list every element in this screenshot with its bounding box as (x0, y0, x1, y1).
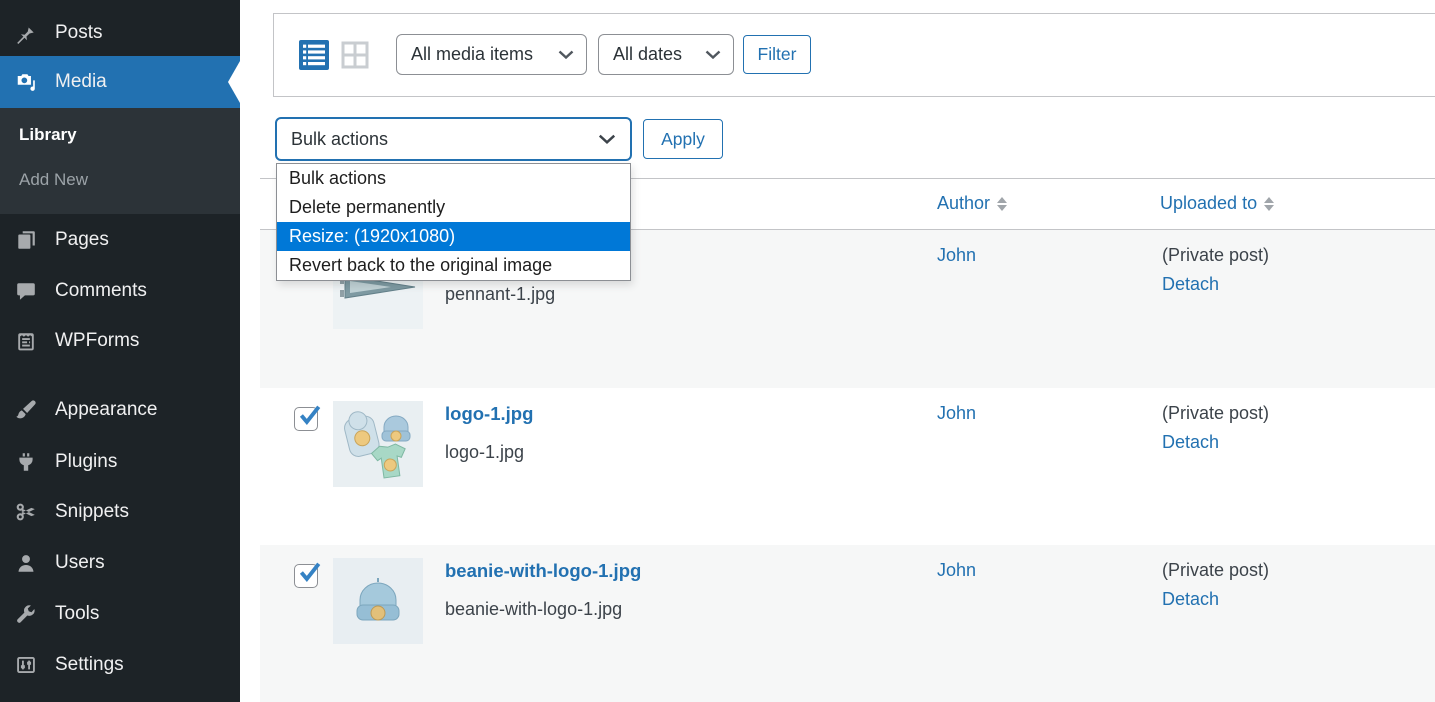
media-thumbnail-beanie[interactable] (333, 558, 423, 644)
sidebar-item-label: Users (55, 552, 105, 574)
media-toolbar: All media items All dates Filter (273, 13, 1435, 97)
media-type-filter-value: All media items (411, 44, 533, 65)
form-icon (15, 330, 37, 352)
sort-arrows-icon (997, 197, 1007, 211)
media-submenu: Library Add New (0, 108, 240, 214)
uploaded-to-text: (Private post) (1162, 245, 1269, 266)
chevron-down-icon (558, 50, 574, 59)
bulk-actions-select[interactable]: Bulk actions (275, 117, 632, 161)
sidebar-item-add-new[interactable]: Add New (19, 170, 88, 190)
dropdown-option-resize[interactable]: Resize: (1920x1080) (277, 222, 630, 251)
dropdown-option-revert[interactable]: Revert back to the original image (277, 251, 630, 280)
settings-icon (15, 654, 37, 676)
sidebar-item-comments[interactable]: Comments (0, 266, 240, 316)
author-column-header[interactable]: Author (937, 193, 1007, 214)
sidebar-item-pages[interactable]: Pages (0, 215, 240, 265)
sidebar-item-settings[interactable]: Settings (0, 640, 240, 690)
sidebar-item-label: Posts (55, 22, 103, 44)
media-title-link[interactable]: logo-1.jpg (445, 403, 533, 425)
table-row: logo-1.jpg logo-1.jpg John (Private post… (260, 388, 1435, 545)
sidebar-item-media[interactable]: Media (0, 56, 240, 108)
media-title-link[interactable]: beanie-with-logo-1.jpg (445, 560, 641, 582)
chevron-down-icon (705, 50, 721, 59)
media-filename: pennant-1.jpg (445, 284, 555, 305)
uploaded-to-column-header[interactable]: Uploaded to (1160, 193, 1274, 214)
media-thumbnail-apparel[interactable] (333, 401, 423, 487)
detach-link[interactable]: Detach (1162, 274, 1219, 295)
chevron-down-icon (598, 134, 616, 144)
sidebar-item-label: Pages (55, 229, 109, 251)
sidebar-item-plugins[interactable]: Plugins (0, 437, 240, 487)
dropdown-option-bulk-actions[interactable]: Bulk actions (277, 164, 630, 193)
sidebar-item-users[interactable]: Users (0, 538, 240, 588)
detach-link[interactable]: Detach (1162, 589, 1219, 610)
plug-icon (15, 451, 37, 473)
uploaded-to-text: (Private post) (1162, 403, 1269, 424)
media-filename: logo-1.jpg (445, 442, 524, 463)
checkmark-icon (296, 403, 322, 429)
sidebar-item-snippets[interactable]: Snippets (0, 487, 240, 537)
row-checkbox[interactable] (294, 407, 318, 431)
pages-icon (15, 229, 37, 251)
author-link[interactable]: John (937, 560, 976, 581)
sidebar-item-label: Comments (55, 280, 147, 302)
sidebar-item-label: Snippets (55, 501, 129, 523)
table-row: beanie-with-logo-1.jpg beanie-with-logo-… (260, 545, 1435, 702)
media-icon (15, 71, 37, 93)
row-checkbox[interactable] (294, 564, 318, 588)
filter-button[interactable]: Filter (743, 35, 811, 74)
brush-icon (15, 399, 37, 421)
author-link[interactable]: John (937, 403, 976, 424)
sidebar-item-appearance[interactable]: Appearance (0, 385, 240, 435)
sidebar-item-label: Tools (55, 603, 99, 625)
wordpress-admin-media-library: Posts Media Library Add New Pages Commen… (0, 0, 1435, 702)
sidebar-item-label: Settings (55, 654, 124, 676)
apply-button[interactable]: Apply (643, 119, 723, 159)
pin-icon (15, 22, 37, 44)
sidebar-item-library[interactable]: Library (19, 125, 77, 145)
sidebar-item-wpforms[interactable]: WPForms (0, 316, 240, 366)
media-library-content: All media items All dates Filter Author … (240, 0, 1435, 702)
bulk-actions-dropdown: Bulk actions Delete permanently Resize: … (276, 163, 631, 281)
sidebar-item-tools[interactable]: Tools (0, 589, 240, 639)
wrench-icon (15, 603, 37, 625)
date-filter-select[interactable]: All dates (598, 34, 734, 75)
sidebar-item-label: Media (55, 71, 107, 93)
uploaded-to-text: (Private post) (1162, 560, 1269, 581)
detach-link[interactable]: Detach (1162, 432, 1219, 453)
sort-arrows-icon (1264, 197, 1274, 211)
user-icon (15, 552, 37, 574)
list-view-icon[interactable] (299, 40, 329, 70)
sidebar-item-label: WPForms (55, 330, 139, 352)
date-filter-value: All dates (613, 44, 682, 65)
sidebar-item-posts[interactable]: Posts (0, 10, 240, 56)
grid-view-icon[interactable] (340, 40, 370, 70)
author-link[interactable]: John (937, 245, 976, 266)
sidebar-item-label: Plugins (55, 451, 117, 473)
checkmark-icon (296, 560, 322, 586)
comment-icon (15, 280, 37, 302)
admin-sidebar: Posts Media Library Add New Pages Commen… (0, 0, 240, 702)
scissors-icon (15, 501, 37, 523)
media-type-filter-select[interactable]: All media items (396, 34, 587, 75)
media-filename: beanie-with-logo-1.jpg (445, 599, 622, 620)
bulk-actions-value: Bulk actions (291, 129, 388, 150)
dropdown-option-delete-permanently[interactable]: Delete permanently (277, 193, 630, 222)
sidebar-item-label: Appearance (55, 399, 157, 421)
